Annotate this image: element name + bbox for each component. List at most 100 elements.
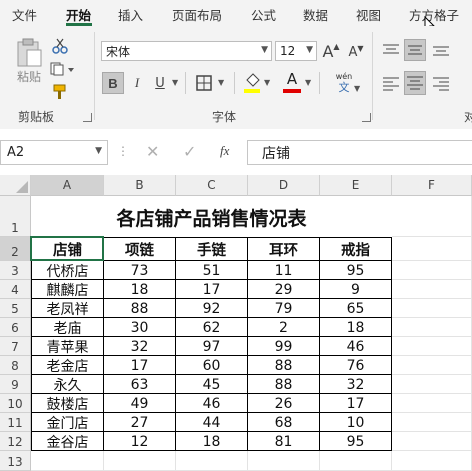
row-header-7[interactable]: 7 <box>0 337 31 356</box>
value-cell[interactable]: 30 <box>104 318 176 337</box>
value-cell[interactable]: 32 <box>104 337 176 356</box>
format-painter-icon[interactable] <box>52 84 68 100</box>
value-cell[interactable]: 97 <box>176 337 248 356</box>
store-name-cell[interactable]: 麒麟店 <box>31 280 104 299</box>
row-header-3[interactable]: 3 <box>0 261 31 280</box>
menu-file[interactable]: 文件 <box>12 5 37 24</box>
grow-font-button[interactable]: A ▲ <box>321 40 341 62</box>
menu-view[interactable]: 视图 <box>356 5 381 24</box>
cell[interactable] <box>392 451 472 471</box>
cell[interactable] <box>392 432 472 451</box>
value-cell[interactable]: 18 <box>320 318 392 337</box>
formula-input[interactable]: 店铺 <box>247 140 472 165</box>
value-cell[interactable]: 10 <box>320 413 392 432</box>
value-cell[interactable]: 79 <box>248 299 320 318</box>
value-cell[interactable]: 62 <box>176 318 248 337</box>
row-header-1[interactable]: 1 <box>0 196 31 237</box>
value-cell[interactable]: 29 <box>248 280 320 299</box>
chevron-down-icon[interactable]: ▼ <box>264 78 270 87</box>
italic-button[interactable]: I <box>128 72 146 94</box>
more-options-icon[interactable]: ⋮ <box>117 144 129 158</box>
cell[interactable] <box>320 451 392 471</box>
cell[interactable] <box>392 356 472 375</box>
value-cell[interactable]: 18 <box>176 432 248 451</box>
value-cell[interactable]: 73 <box>104 261 176 280</box>
value-cell[interactable]: 17 <box>176 280 248 299</box>
value-cell[interactable]: 49 <box>104 394 176 413</box>
value-cell[interactable]: 51 <box>176 261 248 280</box>
value-cell[interactable]: 46 <box>176 394 248 413</box>
row-header-13[interactable]: 13 <box>0 451 31 471</box>
value-cell[interactable]: 2 <box>248 318 320 337</box>
column-header-b[interactable]: B <box>104 175 176 196</box>
value-cell[interactable]: 81 <box>248 432 320 451</box>
value-cell[interactable]: 95 <box>320 261 392 280</box>
column-header-c[interactable]: C <box>176 175 248 196</box>
value-cell[interactable]: 44 <box>176 413 248 432</box>
store-name-cell[interactable]: 老金店 <box>31 356 104 375</box>
store-name-cell[interactable]: 永久 <box>31 375 104 394</box>
value-cell[interactable]: 88 <box>248 356 320 375</box>
value-cell[interactable]: 63 <box>104 375 176 394</box>
worksheet[interactable]: A B C D E F 1 2 3 4 5 6 7 8 9 10 11 12 13 各店铺产品销售情况表 店铺 项链 手链耳… <box>0 175 472 471</box>
value-cell[interactable]: 17 <box>320 394 392 413</box>
cell[interactable] <box>176 451 248 471</box>
cancel-icon[interactable]: ✕ <box>146 142 159 161</box>
align-bottom-icon[interactable] <box>432 42 450 58</box>
table-header-cell[interactable]: 手链 <box>176 237 248 261</box>
align-middle-button[interactable] <box>404 39 426 61</box>
column-header-d[interactable]: D <box>248 175 320 196</box>
value-cell[interactable]: 32 <box>320 375 392 394</box>
cell[interactable] <box>392 394 472 413</box>
value-cell[interactable]: 68 <box>248 413 320 432</box>
cell[interactable] <box>392 318 472 337</box>
paste-button[interactable]: 粘贴 <box>12 36 46 86</box>
cell[interactable] <box>392 261 472 280</box>
row-header-8[interactable]: 8 <box>0 356 31 375</box>
cell[interactable] <box>104 451 176 471</box>
table-header-cell[interactable]: 耳环 <box>248 237 320 261</box>
store-name-cell[interactable]: 老庙 <box>31 318 104 337</box>
menu-data[interactable]: 数据 <box>303 5 328 24</box>
menu-home[interactable]: 开始 <box>66 5 91 24</box>
shrink-font-button[interactable]: A ▼ <box>346 42 366 62</box>
value-cell[interactable]: 45 <box>176 375 248 394</box>
value-cell[interactable]: 9 <box>320 280 392 299</box>
select-all-corner[interactable] <box>0 175 31 196</box>
cell[interactable] <box>392 299 472 318</box>
cut-icon[interactable] <box>52 38 68 54</box>
font-color-button[interactable]: A <box>282 70 302 88</box>
row-header-5[interactable]: 5 <box>0 299 31 318</box>
align-top-icon[interactable] <box>382 42 400 58</box>
cell[interactable] <box>392 237 472 261</box>
fill-color-icon[interactable] <box>242 72 262 94</box>
store-name-cell[interactable]: 代桥店 <box>31 261 104 280</box>
row-header-12[interactable]: 12 <box>0 432 31 451</box>
copy-icon[interactable] <box>50 62 76 76</box>
cell[interactable] <box>248 451 320 471</box>
menu-page-layout[interactable]: 页面布局 <box>172 5 222 24</box>
value-cell[interactable]: 88 <box>104 299 176 318</box>
row-header-2[interactable]: 2 <box>0 237 31 261</box>
table-header-cell[interactable]: 项链 <box>104 237 176 261</box>
insert-function-icon[interactable]: fx <box>220 143 229 159</box>
align-center-button[interactable] <box>404 71 426 95</box>
chevron-down-icon[interactable]: ▼ <box>305 78 311 87</box>
chevron-down-icon[interactable]: ▼ <box>218 78 224 87</box>
value-cell[interactable]: 99 <box>248 337 320 356</box>
font-dialog-launcher[interactable] <box>362 113 371 122</box>
bold-button[interactable]: B <box>102 72 124 94</box>
value-cell[interactable]: 60 <box>176 356 248 375</box>
value-cell[interactable]: 46 <box>320 337 392 356</box>
borders-icon[interactable] <box>195 74 213 92</box>
cell[interactable] <box>31 451 104 471</box>
store-name-cell[interactable]: 金门店 <box>31 413 104 432</box>
align-left-icon[interactable] <box>382 74 400 92</box>
align-right-icon[interactable] <box>432 74 450 92</box>
cell[interactable] <box>392 280 472 299</box>
clipboard-dialog-launcher[interactable] <box>83 113 92 122</box>
value-cell[interactable]: 17 <box>104 356 176 375</box>
column-header-e[interactable]: E <box>320 175 392 196</box>
value-cell[interactable]: 95 <box>320 432 392 451</box>
cell[interactable] <box>392 196 472 237</box>
